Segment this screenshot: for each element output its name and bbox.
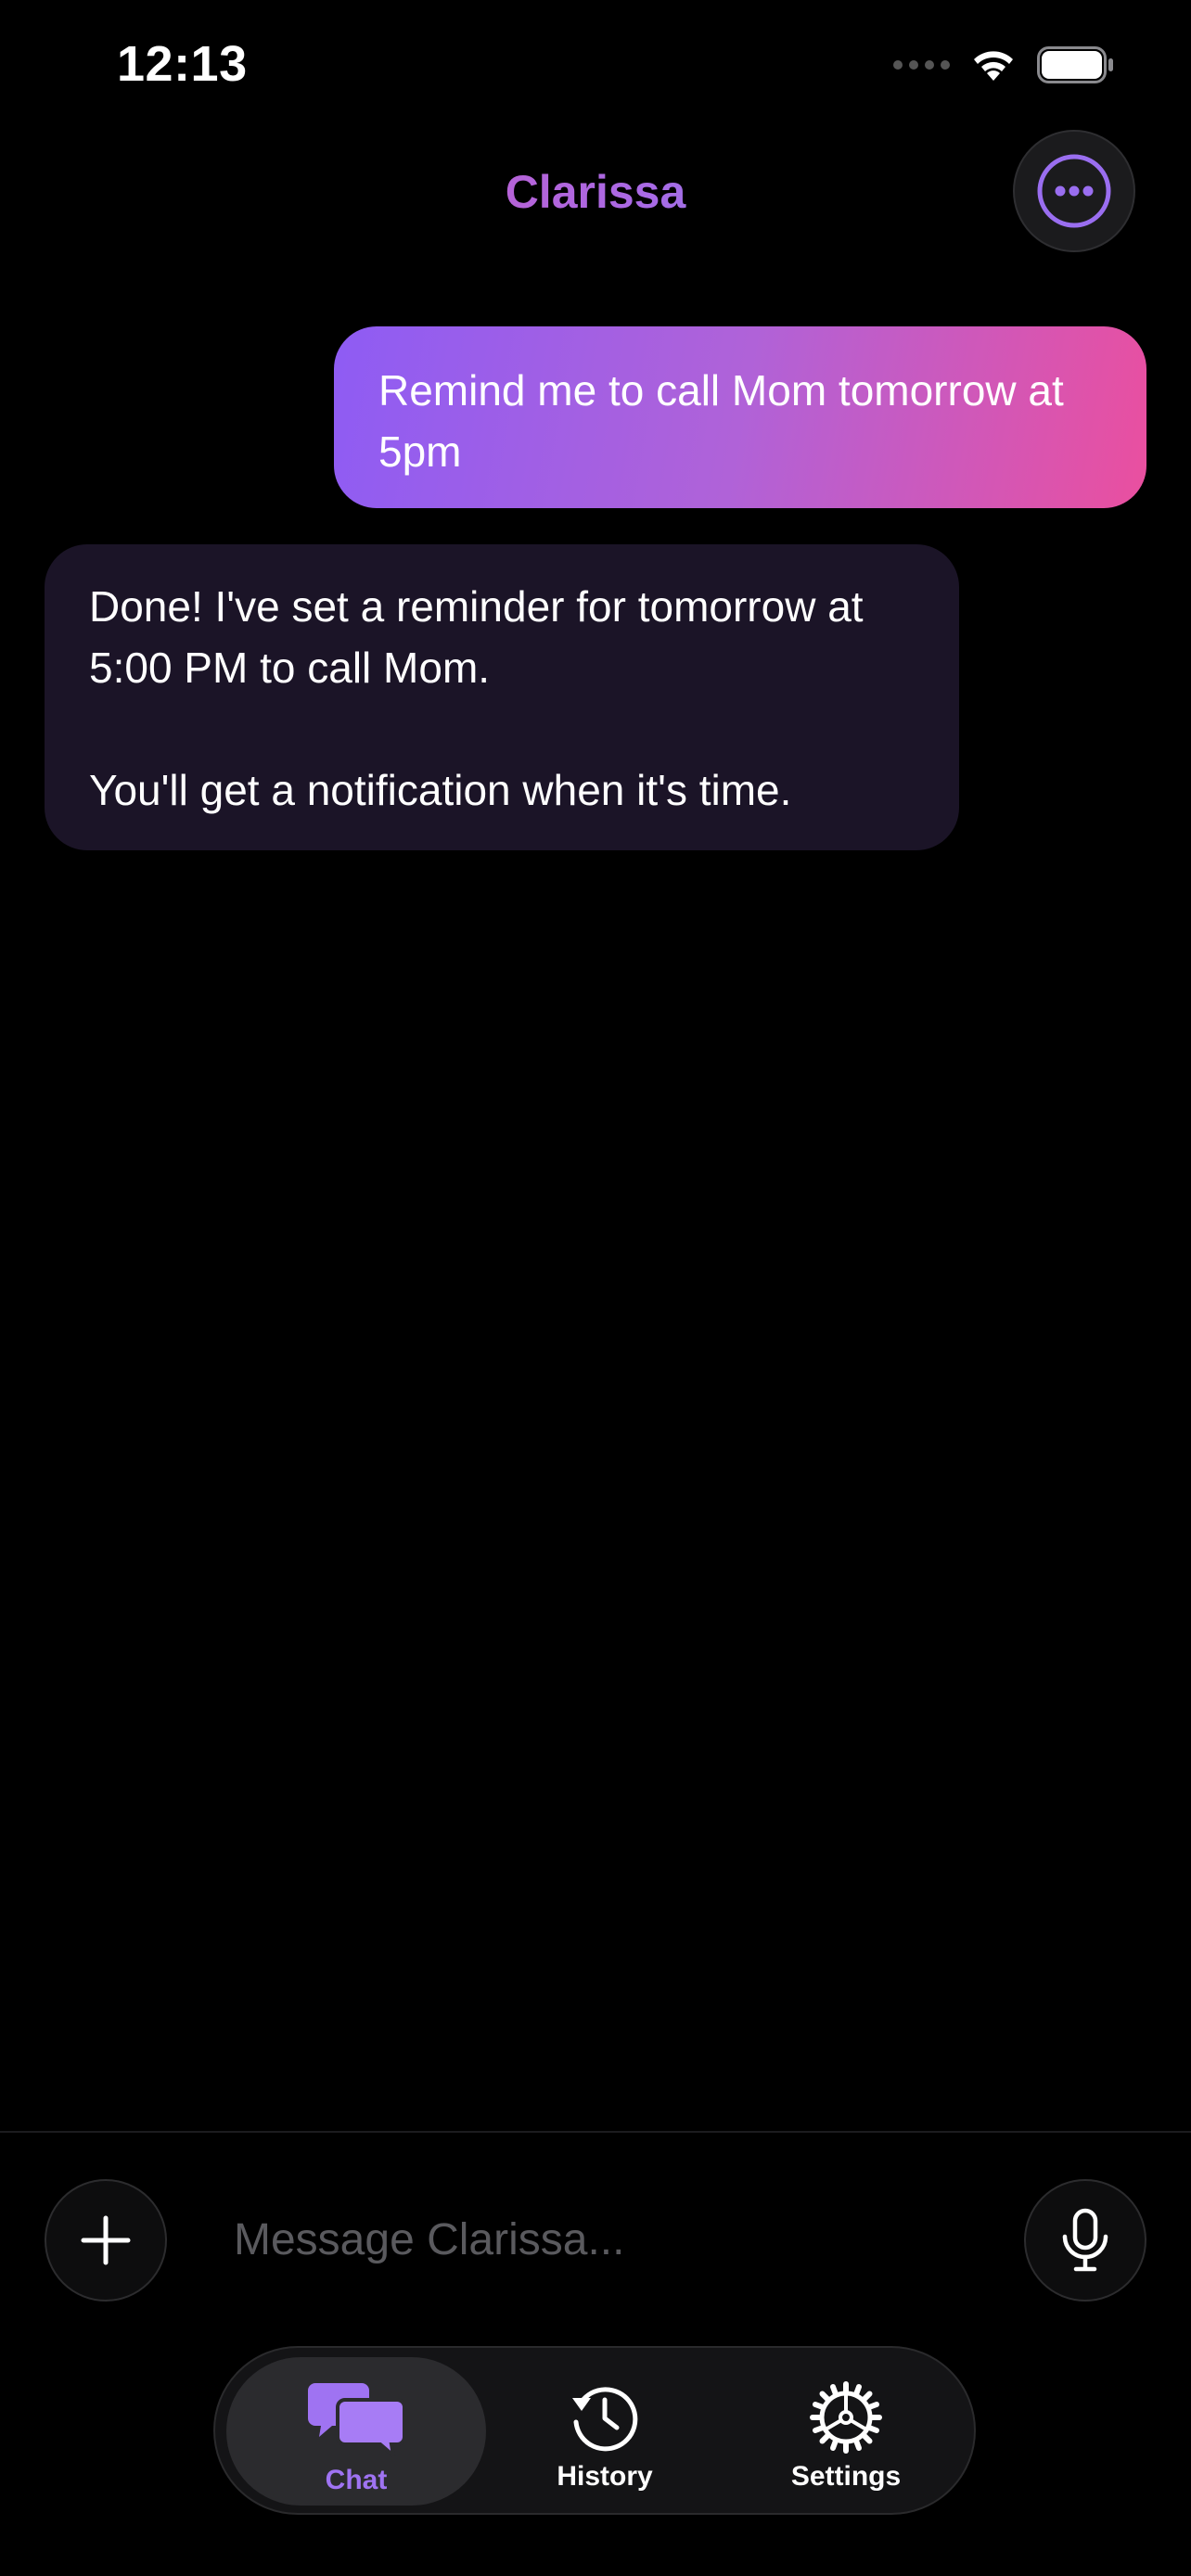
tab-label: Settings xyxy=(790,2461,902,2492)
more-options-button[interactable] xyxy=(1013,130,1135,252)
tab-label: History xyxy=(557,2461,653,2492)
assistant-message-paragraph: You'll get a notification when it's time… xyxy=(89,766,792,814)
tab-chat[interactable]: Chat xyxy=(226,2357,486,2506)
plus-icon xyxy=(81,2215,131,2265)
status-bar: 12:13 xyxy=(0,0,1191,139)
status-icons xyxy=(893,46,1115,83)
wifi-icon xyxy=(970,47,1017,83)
composer-divider xyxy=(0,2131,1191,2133)
user-message-text: Remind me to call Mom tomorrow at 5pm xyxy=(378,366,1064,476)
tab-settings[interactable]: Settings xyxy=(735,2357,957,2506)
assistant-message-paragraph: Done! I've set a reminder for tomorrow a… xyxy=(89,582,864,692)
assistant-message-bubble: Done! I've set a reminder for tomorrow a… xyxy=(45,544,959,850)
battery-icon xyxy=(1037,46,1115,83)
chat-screen: 12:13 Clarissa Remind me to call Mom tom… xyxy=(0,0,1191,2576)
status-time: 12:13 xyxy=(117,36,248,92)
chat-bubbles-icon xyxy=(308,2383,404,2457)
message-input[interactable] xyxy=(204,2188,992,2290)
tab-label: Chat xyxy=(325,2465,388,2495)
history-icon xyxy=(572,2387,638,2452)
ellipsis-circle-icon xyxy=(1037,154,1111,228)
cellular-signal-icon xyxy=(893,60,950,70)
microphone-button[interactable] xyxy=(1024,2179,1146,2302)
user-message-bubble: Remind me to call Mom tomorrow at 5pm xyxy=(334,326,1146,508)
add-attachment-button[interactable] xyxy=(45,2179,167,2302)
tab-bar: Chat History Settings xyxy=(213,2346,976,2515)
tab-history[interactable]: History xyxy=(493,2357,716,2506)
microphone-icon xyxy=(1062,2208,1108,2272)
gear-icon xyxy=(810,2381,882,2454)
